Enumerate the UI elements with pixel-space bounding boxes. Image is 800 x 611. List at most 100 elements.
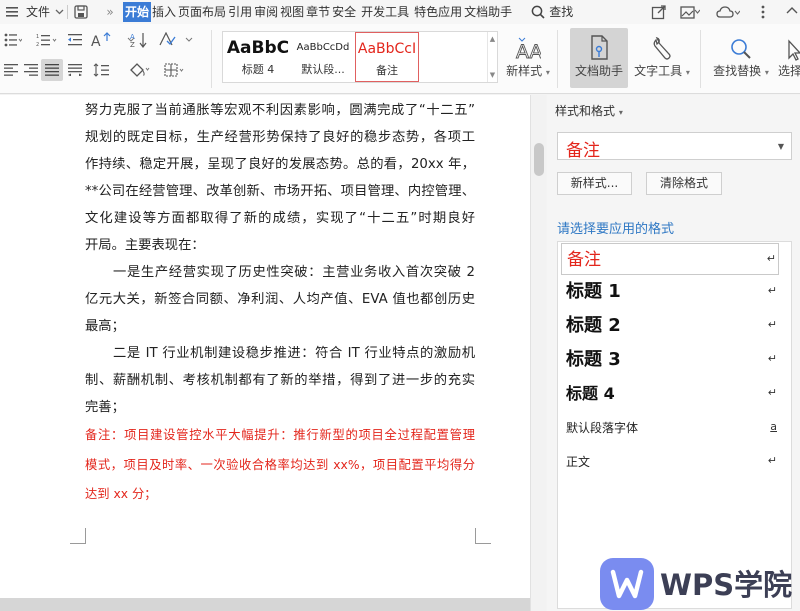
align-right-icon[interactable] bbox=[20, 59, 42, 81]
tab-start[interactable]: 开始 bbox=[123, 2, 152, 22]
tab-section[interactable]: 章节 bbox=[305, 2, 331, 22]
clear-format-button[interactable]: 清除格式 bbox=[646, 172, 722, 195]
style-gallery: AaBbC 标题 4 AaBbCcDd 默认段... AaBbCcI 备注 ▲ … bbox=[222, 31, 498, 83]
show-marks-icon[interactable] bbox=[156, 29, 178, 51]
chevron-down-icon[interactable] bbox=[55, 9, 64, 15]
current-style-value: 备注 bbox=[566, 141, 600, 161]
numbered-list-icon[interactable]: 12 bbox=[36, 29, 58, 51]
chevron-down-icon: ▾ bbox=[685, 68, 690, 77]
select-button[interactable]: 选择 bbox=[778, 28, 800, 88]
line-spacing-icon[interactable] bbox=[92, 59, 114, 81]
find-replace-button[interactable]: 查找替换 ▾ bbox=[710, 28, 772, 88]
doc-assistant-label: 文档助手 bbox=[574, 64, 623, 78]
document-line: 一是生产经营实现了历史性突破：主营业务收入首次突破 2 bbox=[113, 265, 475, 280]
new-style-button[interactable]: 新样式... bbox=[557, 172, 632, 195]
style-gallery-scroll[interactable]: ▲ ▼ bbox=[487, 32, 497, 82]
menu-bar: 文件 » 开始 插入 页面布局 引用 审阅 视图 章节 安全 开发工具 特色应用… bbox=[0, 0, 800, 24]
style-item-label: 标题 3 bbox=[566, 349, 621, 370]
wps-academy-watermark: WPS学院 bbox=[600, 558, 800, 611]
tab-doc-assistant[interactable]: 文档助手 bbox=[463, 2, 513, 22]
chevron-down-icon: ▾ bbox=[764, 68, 769, 77]
new-style-button[interactable]: AA 新样式 ▾ bbox=[503, 28, 553, 88]
style-heading4[interactable]: AaBbC 标题 4 bbox=[223, 32, 293, 82]
note-line: 模式，项目及时率、一次验收合格率均达到 xx%，项目配置平均得分 bbox=[85, 457, 475, 472]
tab-view[interactable]: 视图 bbox=[279, 2, 305, 22]
distributed-align-icon[interactable] bbox=[64, 59, 86, 81]
style-note[interactable]: AaBbCcI 备注 bbox=[355, 32, 419, 82]
styles-pane: 样式和格式 ▾ 备注 ▼ 新样式... 清除格式 请选择要应用的格式 备注 ↵ … bbox=[547, 95, 800, 611]
style-list: 备注 ↵ 标题 1 ↵ 标题 2 ↵ 标题 3 ↵ 标题 4 ↵ 默认段落字体 bbox=[557, 241, 792, 609]
wps-academy-text: WPS学院 bbox=[660, 568, 793, 602]
horizontal-scrollbar[interactable] bbox=[0, 598, 530, 611]
search-icon[interactable] bbox=[531, 5, 545, 19]
chevron-down-icon[interactable] bbox=[178, 29, 200, 51]
select-cursor-icon bbox=[778, 28, 800, 62]
tab-special-apps[interactable]: 特色应用 bbox=[413, 2, 463, 22]
share-icon[interactable] bbox=[651, 4, 667, 20]
chevron-down-icon: ▾ bbox=[545, 68, 550, 77]
save-icon[interactable] bbox=[71, 5, 91, 19]
pane-title-text: 样式和格式 bbox=[555, 104, 616, 118]
style-item-heading4[interactable]: 标题 4 ↵ bbox=[561, 378, 779, 410]
tab-developer[interactable]: 开发工具 bbox=[360, 2, 410, 22]
scrollbar-thumb[interactable] bbox=[534, 143, 544, 176]
current-style-dropdown[interactable]: 备注 ▼ bbox=[557, 132, 792, 161]
align-left-icon[interactable] bbox=[0, 59, 22, 81]
tab-page-layout[interactable]: 页面布局 bbox=[177, 2, 227, 22]
style-item-heading2[interactable]: 标题 2 ↵ bbox=[561, 310, 779, 342]
paragraph-mark-icon: ↵ bbox=[766, 252, 776, 265]
doc-assistant-icon bbox=[570, 28, 628, 62]
decrease-indent-icon[interactable] bbox=[64, 29, 86, 51]
chevron-down-icon[interactable]: ▼ bbox=[490, 71, 495, 79]
cloud-sync-icon[interactable] bbox=[716, 4, 740, 20]
divider bbox=[67, 5, 69, 19]
text-tools-button[interactable]: 文字工具 ▾ bbox=[632, 28, 692, 88]
collapse-ribbon-icon[interactable] bbox=[786, 5, 798, 17]
new-style-label: 新样式 bbox=[506, 64, 543, 78]
style-item-note[interactable]: 备注 ↵ bbox=[561, 243, 779, 275]
more-options-icon[interactable] bbox=[760, 4, 766, 20]
tab-insert[interactable]: 插入 bbox=[151, 2, 177, 22]
style-item-heading1[interactable]: 标题 1 ↵ bbox=[561, 276, 779, 308]
justify-icon[interactable] bbox=[41, 59, 63, 81]
note-line: 备注：项目建设管控水平大幅提升：推行新型的项目全过程配置管理 bbox=[85, 428, 475, 442]
apply-format-hint: 请选择要应用的格式 bbox=[557, 222, 675, 237]
file-menu[interactable]: 文件 bbox=[25, 2, 51, 22]
tab-references[interactable]: 引用 bbox=[227, 2, 253, 22]
character-style-icon: a bbox=[770, 420, 777, 433]
paragraph-mark-icon: ↵ bbox=[767, 386, 777, 399]
style-item-default-font[interactable]: 默认段落字体 a bbox=[561, 412, 779, 444]
vertical-scrollbar[interactable] bbox=[530, 95, 546, 611]
document-line: 二是 IT 行业机制建设稳步推进：符合 IT 行业特点的激励机 bbox=[113, 346, 475, 361]
tab-review[interactable]: 审阅 bbox=[253, 2, 279, 22]
style-item-body[interactable]: 正文 ↵ bbox=[561, 446, 779, 478]
document-line: 开局。主要表现在： bbox=[85, 238, 205, 253]
document-line: **公司在经营管理、改革创新、市场开拓、项目管理、内控管理、 bbox=[85, 184, 475, 199]
style-label: 备注 bbox=[376, 64, 398, 77]
sort-icon[interactable]: AZ bbox=[128, 29, 150, 51]
wps-logo-icon bbox=[600, 558, 654, 610]
image-export-icon[interactable] bbox=[680, 4, 700, 20]
tab-security[interactable]: 安全 bbox=[331, 2, 357, 22]
style-label: 默认段... bbox=[301, 63, 345, 76]
more-menu-button[interactable]: » bbox=[97, 2, 123, 22]
note-line: 达到 xx 分； bbox=[85, 487, 157, 501]
hamburger-icon[interactable] bbox=[4, 7, 20, 17]
borders-icon[interactable] bbox=[164, 59, 186, 81]
document-page[interactable]: 努力克服了当前通胀等宏观不利因素影响，圆满完成了“十二五” 规划的既定目标，生产… bbox=[0, 95, 530, 598]
chevron-down-icon[interactable]: ▼ bbox=[778, 142, 784, 151]
chevron-down-icon: ▾ bbox=[618, 108, 623, 117]
bullet-list-icon[interactable] bbox=[2, 29, 24, 51]
document-body[interactable]: 努力克服了当前通胀等宏观不利因素影响，圆满完成了“十二五” 规划的既定目标，生产… bbox=[85, 97, 475, 510]
paragraph-mark-icon: ↵ bbox=[767, 284, 777, 297]
style-item-label: 标题 1 bbox=[566, 281, 621, 302]
style-default-paragraph[interactable]: AaBbCcDd 默认段... bbox=[291, 32, 355, 82]
doc-assistant-button[interactable]: 文档助手 bbox=[570, 28, 628, 88]
shading-icon[interactable] bbox=[128, 59, 150, 81]
chevron-up-icon[interactable]: ▲ bbox=[490, 35, 495, 43]
change-case-icon[interactable]: A bbox=[90, 29, 112, 51]
paragraph-mark-icon: ↵ bbox=[767, 454, 777, 467]
pane-title[interactable]: 样式和格式 ▾ bbox=[555, 102, 623, 119]
style-item-heading3[interactable]: 标题 3 ↵ bbox=[561, 344, 779, 376]
search-label[interactable]: 查找 bbox=[548, 2, 574, 22]
